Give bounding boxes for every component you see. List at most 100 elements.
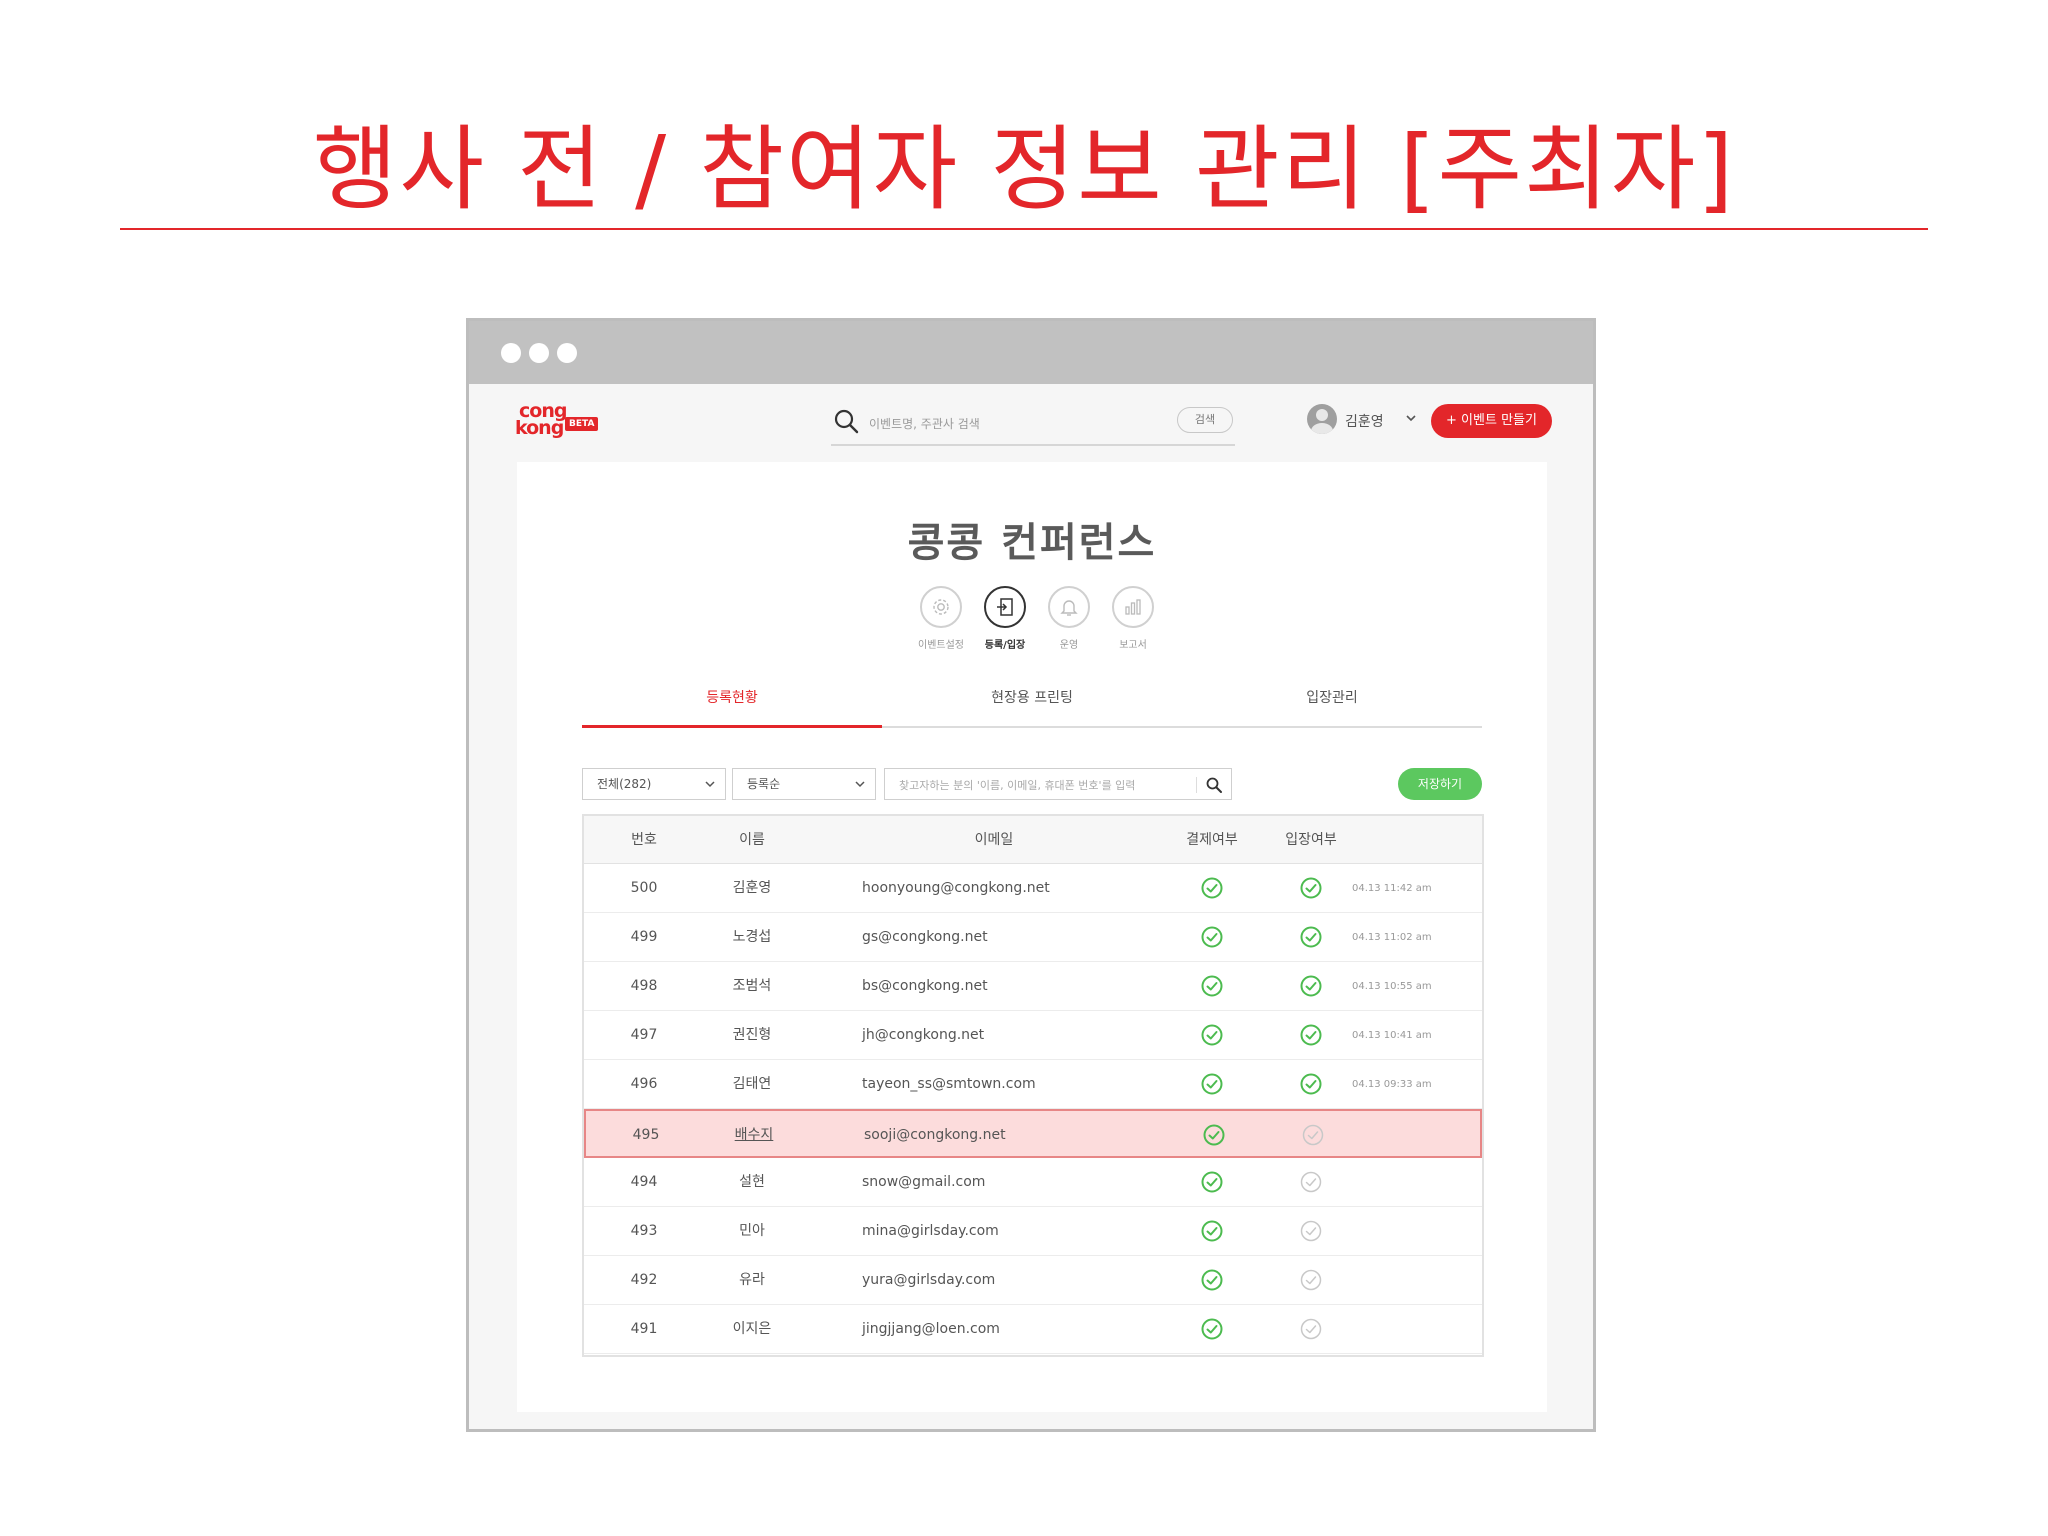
table-row[interactable]: 499 노경섭 gs@congkong.net 04.13 11:02 am — [584, 913, 1482, 962]
row-number: 496 — [630, 1076, 658, 1092]
chart-icon — [1125, 599, 1141, 615]
entered-check-icon[interactable] — [1299, 925, 1323, 949]
attendee-email: gs@congkong.net — [862, 929, 988, 945]
table-row[interactable]: 498 조범석 bs@congkong.net 04.13 10:55 am — [584, 962, 1482, 1011]
attendee-name[interactable]: 김태연 — [712, 1060, 792, 1109]
table-row[interactable]: 491 이지은 jingjjang@loen.com — [584, 1305, 1482, 1354]
paid-check-icon[interactable] — [1200, 974, 1224, 998]
step-report[interactable]: 보고서 — [1103, 586, 1163, 651]
paid-check-icon[interactable] — [1200, 1170, 1224, 1194]
row-number: 495 — [632, 1127, 660, 1143]
sort-select[interactable]: 등록순 — [732, 768, 876, 800]
global-search[interactable]: 이벤트명, 주관사 검색 검색 — [831, 402, 1235, 446]
row-number: 492 — [630, 1272, 658, 1288]
not-entered-check-icon[interactable] — [1299, 1268, 1323, 1292]
title-divider — [120, 228, 1928, 230]
column-header-payment[interactable]: 결제여부 — [1172, 816, 1252, 864]
attendee-name[interactable]: 설현 — [712, 1158, 792, 1207]
search-icon[interactable] — [1205, 776, 1223, 794]
search-icon[interactable] — [833, 408, 859, 434]
avatar[interactable] — [1307, 404, 1337, 434]
row-number: 491 — [630, 1321, 658, 1337]
column-header-entry[interactable]: 입장여부 — [1271, 816, 1351, 864]
column-header-number[interactable]: 번호 — [604, 816, 684, 864]
column-header-email[interactable]: 이메일 — [954, 816, 1034, 864]
chevron-down-icon[interactable] — [1403, 410, 1419, 426]
search-input[interactable]: 이벤트명, 주관사 검색 — [869, 415, 980, 432]
attendee-email: jh@congkong.net — [862, 1027, 985, 1043]
filter-bar: 전체(282) 등록순 찾고자하는 분의 '이름, 이메일, 휴대폰 번호'를 … — [582, 768, 1482, 802]
table-row[interactable]: 494 설현 snow@gmail.com — [584, 1158, 1482, 1207]
step-label: 이벤트설정 — [918, 640, 964, 651]
tab-registration-status[interactable]: 등록현황 — [582, 684, 882, 728]
attendee-email: mina@girlsday.com — [862, 1223, 999, 1239]
attendee-name[interactable]: 배수지 — [714, 1111, 794, 1160]
attendee-name[interactable]: 이지은 — [712, 1305, 792, 1354]
event-title: 콩콩 컨퍼런스 — [907, 520, 1157, 566]
table-row[interactable]: 500 김훈영 hoonyoung@congkong.net 04.13 11:42 … — [584, 864, 1482, 913]
scope-select-value: 전체(282) — [597, 777, 652, 791]
browser-window: cong kong BETA 이벤트명, 주관사 검색 검색 김훈영 + 이벤트… — [466, 318, 1596, 1432]
event-panel: 콩콩 컨퍼런스 이벤트설정 등록/입장 운영 보고서 등록현황 현장용 프린팅 … — [517, 462, 1547, 1412]
not-entered-check-icon[interactable] — [1299, 1317, 1323, 1341]
paid-check-icon[interactable] — [1200, 1219, 1224, 1243]
attendee-email: snow@gmail.com — [862, 1174, 986, 1190]
table-row[interactable]: 493 민아 mina@girlsday.com — [584, 1207, 1482, 1256]
search-button[interactable]: 검색 — [1177, 407, 1233, 433]
app-header: cong kong BETA 이벤트명, 주관사 검색 검색 김훈영 + 이벤트… — [469, 384, 1593, 462]
paid-check-icon[interactable] — [1200, 1072, 1224, 1096]
attendee-search-input[interactable]: 찾고자하는 분의 '이름, 이메일, 휴대폰 번호'를 입력 — [899, 777, 1135, 793]
entered-check-icon[interactable] — [1299, 876, 1323, 900]
tab-entry-management[interactable]: 입장관리 — [1182, 684, 1482, 728]
gear-icon — [933, 599, 949, 615]
column-header-name[interactable]: 이름 — [712, 816, 792, 864]
step-label: 보고서 — [1119, 640, 1147, 651]
save-button[interactable]: 저장하기 — [1398, 768, 1482, 800]
scope-select[interactable]: 전체(282) — [582, 768, 726, 800]
entry-timestamp: 04.13 10:41 am — [1352, 1030, 1432, 1041]
user-name[interactable]: 김훈영 — [1345, 411, 1384, 431]
row-number: 493 — [630, 1223, 658, 1239]
row-number: 500 — [630, 880, 658, 896]
paid-check-icon[interactable] — [1200, 1268, 1224, 1292]
create-event-button[interactable]: + 이벤트 만들기 — [1431, 404, 1552, 438]
attendee-name[interactable]: 민아 — [712, 1207, 792, 1256]
window-dot-icon — [557, 343, 577, 363]
congkong-logo[interactable]: cong kong BETA — [515, 398, 605, 448]
paid-check-icon[interactable] — [1200, 1023, 1224, 1047]
paid-check-icon[interactable] — [1202, 1123, 1226, 1147]
attendee-name[interactable]: 유라 — [712, 1256, 792, 1305]
attendee-email: bs@congkong.net — [862, 978, 988, 994]
table-row[interactable]: 496 김태연 tayeon_ss@smtown.com 04.13 09:33 am — [584, 1060, 1482, 1109]
not-entered-check-icon[interactable] — [1299, 1219, 1323, 1243]
entered-check-icon[interactable] — [1299, 974, 1323, 998]
paid-check-icon[interactable] — [1200, 1317, 1224, 1341]
step-registration[interactable]: 등록/입장 — [975, 586, 1035, 651]
table-row[interactable]: 497 권진형 jh@congkong.net 04.13 10:41 am — [584, 1011, 1482, 1060]
tab-onsite-printing[interactable]: 현장용 프린팅 — [882, 684, 1182, 728]
bell-icon — [1060, 600, 1078, 616]
divider — [1196, 777, 1197, 793]
paid-check-icon[interactable] — [1200, 925, 1224, 949]
table-row[interactable]: 492 유라 yura@girlsday.com — [584, 1256, 1482, 1305]
not-entered-check-icon[interactable] — [1299, 1170, 1323, 1194]
entered-check-icon[interactable] — [1299, 1023, 1323, 1047]
login-icon — [997, 598, 1013, 616]
event-step-nav: 이벤트설정 등록/입장 운영 보고서 — [911, 586, 1154, 656]
entry-timestamp: 04.13 09:33 am — [1352, 1079, 1432, 1090]
attendee-name[interactable]: 조범석 — [712, 962, 792, 1011]
not-entered-check-icon[interactable] — [1301, 1123, 1325, 1147]
beta-badge: BETA — [565, 417, 599, 431]
registration-tabs: 등록현황 현장용 프린팅 입장관리 — [582, 684, 1482, 728]
window-dot-icon — [529, 343, 549, 363]
step-event-settings[interactable]: 이벤트설정 — [911, 586, 971, 651]
attendee-name[interactable]: 김훈영 — [712, 864, 792, 913]
attendee-name[interactable]: 권진형 — [712, 1011, 792, 1060]
step-operation[interactable]: 운영 — [1039, 586, 1099, 651]
attendee-search[interactable]: 찾고자하는 분의 '이름, 이메일, 휴대폰 번호'를 입력 — [884, 768, 1232, 800]
entered-check-icon[interactable] — [1299, 1072, 1323, 1096]
table-row-selected[interactable]: 495 배수지 sooji@congkong.net — [584, 1109, 1482, 1158]
logo-text-bottom: kong — [515, 417, 564, 439]
attendee-name[interactable]: 노경섭 — [712, 913, 792, 962]
paid-check-icon[interactable] — [1200, 876, 1224, 900]
